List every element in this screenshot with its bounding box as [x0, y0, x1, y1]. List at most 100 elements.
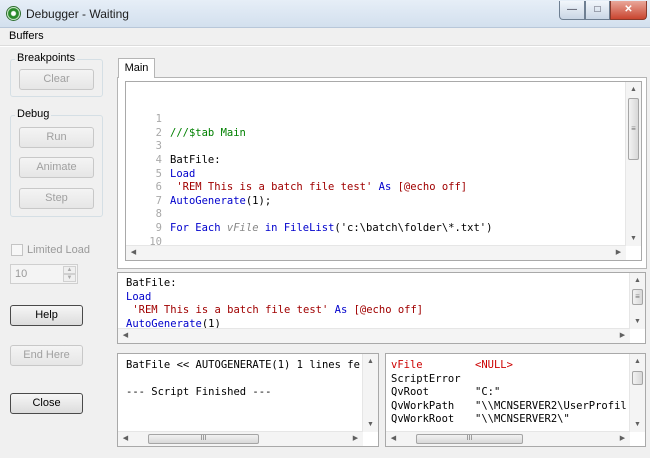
script-code: ///$tab Main BatFile: Load 'REM This is a … — [170, 127, 492, 246]
variable-value: "\\MCNSERVER2\" — [475, 413, 570, 426]
scroll-up-icon[interactable]: ▲ — [630, 273, 645, 288]
code-token: ('c:\batch\folder\*.txt') — [334, 221, 493, 234]
limited-load-checkbox[interactable] — [11, 244, 23, 256]
statement-box[interactable]: BatFile: Load 'REM This is a batch file t… — [117, 272, 646, 344]
stepper-up-icon[interactable]: ▲ — [63, 266, 76, 274]
log-line: --- Script Finished --- — [126, 386, 272, 399]
code-token: Load — [170, 167, 196, 180]
variable-value: "C:" — [475, 386, 501, 399]
scroll-down-icon[interactable]: ▼ — [630, 417, 645, 432]
breakpoints-label: Breakpoints — [15, 52, 78, 64]
code-token: in — [258, 221, 284, 234]
script-vertical-scrollbar[interactable]: ▲ ≡ ▼ — [625, 82, 641, 246]
scroll-up-icon[interactable]: ▲ — [630, 354, 645, 369]
end-here-button[interactable]: End Here — [10, 345, 83, 366]
script-line: 'REM This is a batch file test' As [@ech… — [170, 181, 492, 195]
script-line: Load — [170, 168, 492, 182]
close-button[interactable]: Close — [10, 393, 83, 414]
variable-name: ScriptError — [391, 372, 461, 385]
script-editor[interactable]: 123456789101112 ///$tab MainBatFile:Load… — [125, 81, 642, 261]
scroll-up-icon[interactable]: ▲ — [626, 82, 641, 97]
run-button[interactable]: Run — [19, 127, 94, 148]
line-number: 2 — [155, 126, 162, 139]
menu-buffers[interactable]: Buffers — [9, 30, 44, 42]
left-control-panel: Breakpoints Clear Debug Run Animate Step… — [0, 47, 112, 458]
code-token: Load — [126, 290, 152, 303]
thumb-grip-icon: ≡ — [631, 124, 636, 133]
scroll-right-icon[interactable]: ▶ — [348, 432, 363, 446]
scroll-down-icon[interactable]: ▼ — [626, 231, 641, 246]
statement-code: BatFile: Load 'REM This is a batch file t… — [126, 277, 626, 331]
variables-vertical-scrollbar[interactable]: ▲ ▼ — [629, 354, 645, 432]
log-content: BatFile << AUTOGENERATE(1) 1 lines fe ---… — [126, 359, 364, 431]
variable-row[interactable]: QvWorkRoot "\\MCNSERVER2\" — [391, 413, 629, 427]
code-token: FileList — [283, 221, 335, 234]
script-line: AutoGenerate(1); — [170, 195, 492, 209]
scroll-down-icon[interactable]: ▼ — [363, 417, 378, 432]
animate-button[interactable]: Animate — [19, 157, 94, 178]
help-button[interactable]: Help — [10, 305, 83, 326]
scroll-thumb[interactable]: III — [148, 434, 259, 444]
scroll-down-icon[interactable]: ▼ — [630, 314, 645, 329]
stepper-down-icon[interactable]: ▼ — [63, 274, 76, 282]
right-area: Main 123456789101112 ///$tab MainBatFile… — [112, 47, 650, 458]
scroll-left-icon[interactable]: ◀ — [118, 329, 133, 343]
variable-row[interactable]: QvWorkPath "\\MCNSERVER2\UserProfil — [391, 400, 629, 414]
scroll-thumb[interactable]: III — [416, 434, 523, 444]
minimize-button[interactable]: — — [559, 1, 585, 20]
log-box[interactable]: BatFile << AUTOGENERATE(1) 1 lines fe ---… — [117, 353, 379, 447]
scroll-thumb[interactable]: ≡ — [632, 289, 643, 305]
scroll-thumb[interactable] — [632, 371, 643, 385]
script-line: For Each vFile in FileList('c:\batch\fol… — [170, 222, 492, 236]
log-line: BatFile << AUTOGENERATE(1) 1 lines fe — [126, 359, 360, 371]
scroll-left-icon[interactable]: ◀ — [118, 432, 133, 446]
variable-row[interactable]: ScriptError — [391, 373, 629, 387]
limited-load-value: 10 — [15, 268, 28, 280]
code-token: vFile — [226, 221, 259, 234]
variable-row[interactable]: QvRoot "C:" — [391, 386, 629, 400]
maximize-button[interactable]: □ — [585, 1, 610, 20]
title-bar: Debugger - Waiting — □ ✕ — [0, 0, 650, 28]
variables-horizontal-scrollbar[interactable]: ◀ III ▶ — [386, 431, 630, 446]
limited-load-stepper[interactable]: 10 ▲ ▼ — [10, 264, 78, 284]
menu-bar: Buffers — [0, 28, 650, 46]
variables-box[interactable]: vFile <NULL> ScriptError QvRoot "C:" QvWorkPa… — [385, 353, 646, 447]
scroll-right-icon[interactable]: ▶ — [615, 432, 630, 446]
scroll-right-icon[interactable]: ▶ — [611, 246, 626, 260]
app-icon — [6, 6, 21, 21]
scroll-up-icon[interactable]: ▲ — [363, 354, 378, 369]
log-horizontal-scrollbar[interactable]: ◀ III ▶ — [118, 431, 363, 446]
step-button[interactable]: Step — [19, 188, 94, 209]
code-token: For Each — [170, 221, 227, 234]
code-token: As — [334, 304, 354, 317]
variable-row[interactable]: vFile <NULL> — [391, 359, 629, 373]
script-horizontal-scrollbar[interactable]: ◀ ▶ — [126, 245, 626, 260]
code-token: AutoGenerate — [170, 194, 246, 207]
limited-load-label: Limited Load — [27, 244, 90, 256]
line-number: 9 — [155, 221, 162, 234]
statement-line: 'REM This is a batch file test' As [@ech… — [126, 304, 626, 318]
window-title: Debugger - Waiting — [26, 7, 129, 21]
code-token: ///$tab Main — [170, 126, 246, 139]
scroll-thumb[interactable]: ≡ — [628, 98, 639, 160]
line-number: 1 — [155, 113, 162, 126]
code-token: 'REM This is a batch file test' — [126, 304, 335, 317]
line-number: 3 — [155, 140, 162, 153]
variable-value: "\\MCNSERVER2\UserProfil — [475, 399, 627, 412]
statement-line: BatFile: — [126, 277, 626, 291]
scroll-right-icon[interactable]: ▶ — [615, 329, 630, 343]
script-line — [170, 208, 492, 222]
clear-button[interactable]: Clear — [19, 69, 94, 90]
scroll-left-icon[interactable]: ◀ — [386, 432, 401, 446]
debug-label: Debug — [15, 108, 52, 120]
code-token: [@echo off] — [353, 304, 424, 317]
line-number: 6 — [155, 181, 162, 194]
log-vertical-scrollbar[interactable]: ▲ ▼ — [362, 354, 378, 432]
line-number: 8 — [155, 208, 162, 221]
line-number-gutter: 123456789101112 — [126, 113, 162, 246]
scroll-left-icon[interactable]: ◀ — [126, 246, 141, 260]
statement-horizontal-scrollbar[interactable]: ◀ ▶ — [118, 328, 630, 343]
statement-vertical-scrollbar[interactable]: ▲ ≡ ▼ — [629, 273, 645, 329]
tab-main[interactable]: Main — [118, 58, 155, 78]
close-window-button[interactable]: ✕ — [610, 1, 647, 20]
